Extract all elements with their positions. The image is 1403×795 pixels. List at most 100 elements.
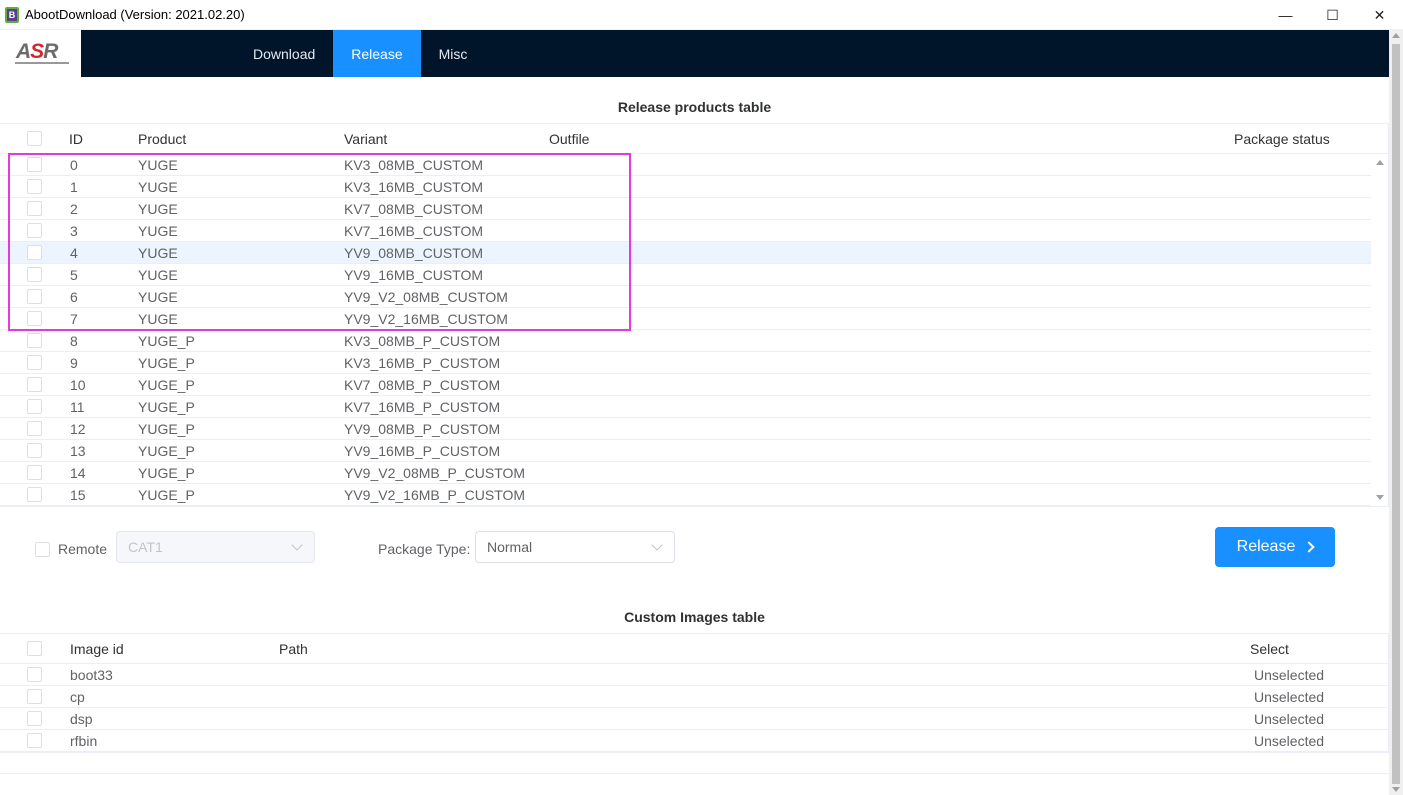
row-variant: YV9_V2_16MB_CUSTOM bbox=[344, 310, 508, 327]
row-checkbox[interactable] bbox=[27, 443, 42, 458]
table-row[interactable]: 8 YUGE_P KV3_08MB_P_CUSTOM bbox=[0, 330, 1388, 352]
row-id: 7 bbox=[70, 310, 78, 327]
row-checkbox[interactable] bbox=[27, 245, 42, 260]
app-header: ASR Download Release Misc bbox=[0, 30, 1389, 77]
row-variant: YV9_V2_08MB_CUSTOM bbox=[344, 288, 508, 305]
row-checkbox[interactable] bbox=[27, 289, 42, 304]
row-select-status[interactable]: Unselected bbox=[1254, 667, 1324, 683]
table-row[interactable]: 10 YUGE_P KV7_08MB_P_CUSTOM bbox=[0, 374, 1388, 396]
row-id: 2 bbox=[70, 200, 78, 217]
row-select-status[interactable]: Unselected bbox=[1254, 711, 1324, 727]
column-header-outfile[interactable]: Outfile bbox=[549, 131, 589, 147]
row-variant: YV9_V2_16MB_P_CUSTOM bbox=[344, 486, 526, 503]
nav-tab-download[interactable]: Download bbox=[235, 30, 333, 77]
row-product: YUGE_P bbox=[138, 376, 195, 393]
row-variant: KV7_08MB_CUSTOM bbox=[344, 200, 484, 217]
table-row[interactable]: dsp Unselected bbox=[0, 708, 1388, 730]
column-header-variant[interactable]: Variant bbox=[344, 131, 387, 147]
row-variant: KV3_16MB_P_CUSTOM bbox=[344, 354, 501, 371]
row-product: YUGE bbox=[138, 310, 178, 327]
package-type-select[interactable]: Normal bbox=[475, 531, 675, 563]
row-checkbox[interactable] bbox=[27, 487, 42, 502]
row-checkbox[interactable] bbox=[27, 733, 42, 748]
close-button[interactable]: ✕ bbox=[1356, 0, 1403, 30]
column-header-id[interactable]: ID bbox=[69, 131, 83, 147]
column-header-product[interactable]: Product bbox=[138, 131, 186, 147]
column-header-image-id[interactable]: Image id bbox=[70, 641, 124, 657]
row-checkbox[interactable] bbox=[27, 311, 42, 326]
table-row[interactable]: 7 YUGE YV9_V2_16MB_CUSTOM bbox=[0, 308, 1388, 330]
minimize-button[interactable]: — bbox=[1262, 0, 1309, 30]
nav-tab-misc[interactable]: Misc bbox=[421, 30, 486, 77]
row-variant: KV7_16MB_P_CUSTOM bbox=[344, 398, 501, 415]
column-header-path[interactable]: Path bbox=[279, 641, 308, 657]
row-checkbox[interactable] bbox=[27, 465, 42, 480]
table-row[interactable]: 1 YUGE KV3_16MB_CUSTOM bbox=[0, 176, 1388, 198]
table-row[interactable]: 4 YUGE YV9_08MB_CUSTOM bbox=[0, 242, 1388, 264]
row-variant: YV9_V2_08MB_P_CUSTOM bbox=[344, 464, 526, 481]
row-checkbox[interactable] bbox=[27, 711, 42, 726]
table-row[interactable]: cp Unselected bbox=[0, 686, 1388, 708]
release-button-label: Release bbox=[1236, 538, 1296, 555]
row-image-id: dsp bbox=[70, 710, 93, 727]
row-checkbox[interactable] bbox=[27, 667, 42, 682]
release-table-body: 0 YUGE KV3_08MB_CUSTOM 1 YUGE KV3_16MB_CUSTOM… bbox=[0, 154, 1388, 506]
package-type-value: Normal bbox=[487, 539, 533, 555]
row-checkbox[interactable] bbox=[27, 201, 42, 216]
row-id: 1 bbox=[70, 178, 78, 195]
table-row[interactable]: 0 YUGE KV3_08MB_CUSTOM bbox=[0, 154, 1388, 176]
row-select-status[interactable]: Unselected bbox=[1254, 733, 1324, 749]
table-row[interactable]: 6 YUGE YV9_V2_08MB_CUSTOM bbox=[0, 286, 1388, 308]
row-checkbox[interactable] bbox=[27, 689, 42, 704]
page-scrollbar[interactable] bbox=[1389, 30, 1403, 795]
remote-select-value: CAT1 bbox=[128, 539, 163, 555]
row-image-id: rfbin bbox=[70, 732, 98, 749]
scroll-down-arrow-icon[interactable] bbox=[1376, 495, 1384, 500]
page-scrollbar-thumb[interactable] bbox=[1392, 44, 1400, 784]
nav-tab-release[interactable]: Release bbox=[333, 30, 421, 77]
row-checkbox[interactable] bbox=[27, 223, 42, 238]
table-row[interactable]: 9 YUGE_P KV3_16MB_P_CUSTOM bbox=[0, 352, 1388, 374]
table-row[interactable]: 2 YUGE KV7_08MB_CUSTOM bbox=[0, 198, 1388, 220]
row-variant: YV9_08MB_CUSTOM bbox=[344, 244, 484, 261]
column-header-select[interactable]: Select bbox=[1250, 641, 1289, 657]
row-id: 13 bbox=[70, 442, 86, 459]
package-type-label: Package Type: bbox=[378, 541, 471, 557]
scroll-up-arrow-icon[interactable] bbox=[1392, 33, 1400, 38]
remote-select[interactable]: CAT1 bbox=[116, 531, 315, 563]
select-all-images-checkbox[interactable] bbox=[27, 641, 42, 656]
row-variant: YV9_16MB_P_CUSTOM bbox=[344, 442, 501, 459]
select-all-checkbox[interactable] bbox=[27, 131, 42, 146]
table-row[interactable]: boot33 Unselected bbox=[0, 664, 1388, 686]
maximize-button[interactable]: ☐ bbox=[1309, 0, 1356, 30]
table-row[interactable]: 15 YUGE_P YV9_V2_16MB_P_CUSTOM bbox=[0, 484, 1388, 506]
row-checkbox[interactable] bbox=[27, 355, 42, 370]
release-button[interactable]: Release bbox=[1215, 527, 1335, 567]
row-id: 4 bbox=[70, 244, 78, 261]
row-checkbox[interactable] bbox=[27, 179, 42, 194]
scroll-up-arrow-icon[interactable] bbox=[1376, 160, 1384, 165]
table-row[interactable]: rfbin Unselected bbox=[0, 730, 1388, 752]
remote-checkbox[interactable] bbox=[35, 542, 50, 557]
row-product: YUGE bbox=[138, 200, 178, 217]
row-select-status[interactable]: Unselected bbox=[1254, 689, 1324, 705]
row-product: YUGE bbox=[138, 266, 178, 283]
row-id: 8 bbox=[70, 332, 78, 349]
row-product: YUGE_P bbox=[138, 398, 195, 415]
table-row[interactable]: 3 YUGE KV7_16MB_CUSTOM bbox=[0, 220, 1388, 242]
column-header-package-status[interactable]: Package status bbox=[1234, 131, 1330, 147]
row-checkbox[interactable] bbox=[27, 157, 42, 172]
table-scrollbar[interactable] bbox=[1371, 154, 1388, 506]
table-row[interactable]: 5 YUGE YV9_16MB_CUSTOM bbox=[0, 264, 1388, 286]
row-checkbox[interactable] bbox=[27, 421, 42, 436]
table-row[interactable]: 14 YUGE_P YV9_V2_08MB_P_CUSTOM bbox=[0, 462, 1388, 484]
top-nav: Download Release Misc bbox=[81, 30, 1389, 77]
row-checkbox[interactable] bbox=[27, 399, 42, 414]
table-row[interactable]: 11 YUGE_P KV7_16MB_P_CUSTOM bbox=[0, 396, 1388, 418]
row-checkbox[interactable] bbox=[27, 267, 42, 282]
row-checkbox[interactable] bbox=[27, 333, 42, 348]
table-row[interactable]: 12 YUGE_P YV9_08MB_P_CUSTOM bbox=[0, 418, 1388, 440]
row-checkbox[interactable] bbox=[27, 377, 42, 392]
table-row[interactable]: 13 YUGE_P YV9_16MB_P_CUSTOM bbox=[0, 440, 1388, 462]
scroll-down-arrow-icon[interactable] bbox=[1392, 787, 1400, 792]
